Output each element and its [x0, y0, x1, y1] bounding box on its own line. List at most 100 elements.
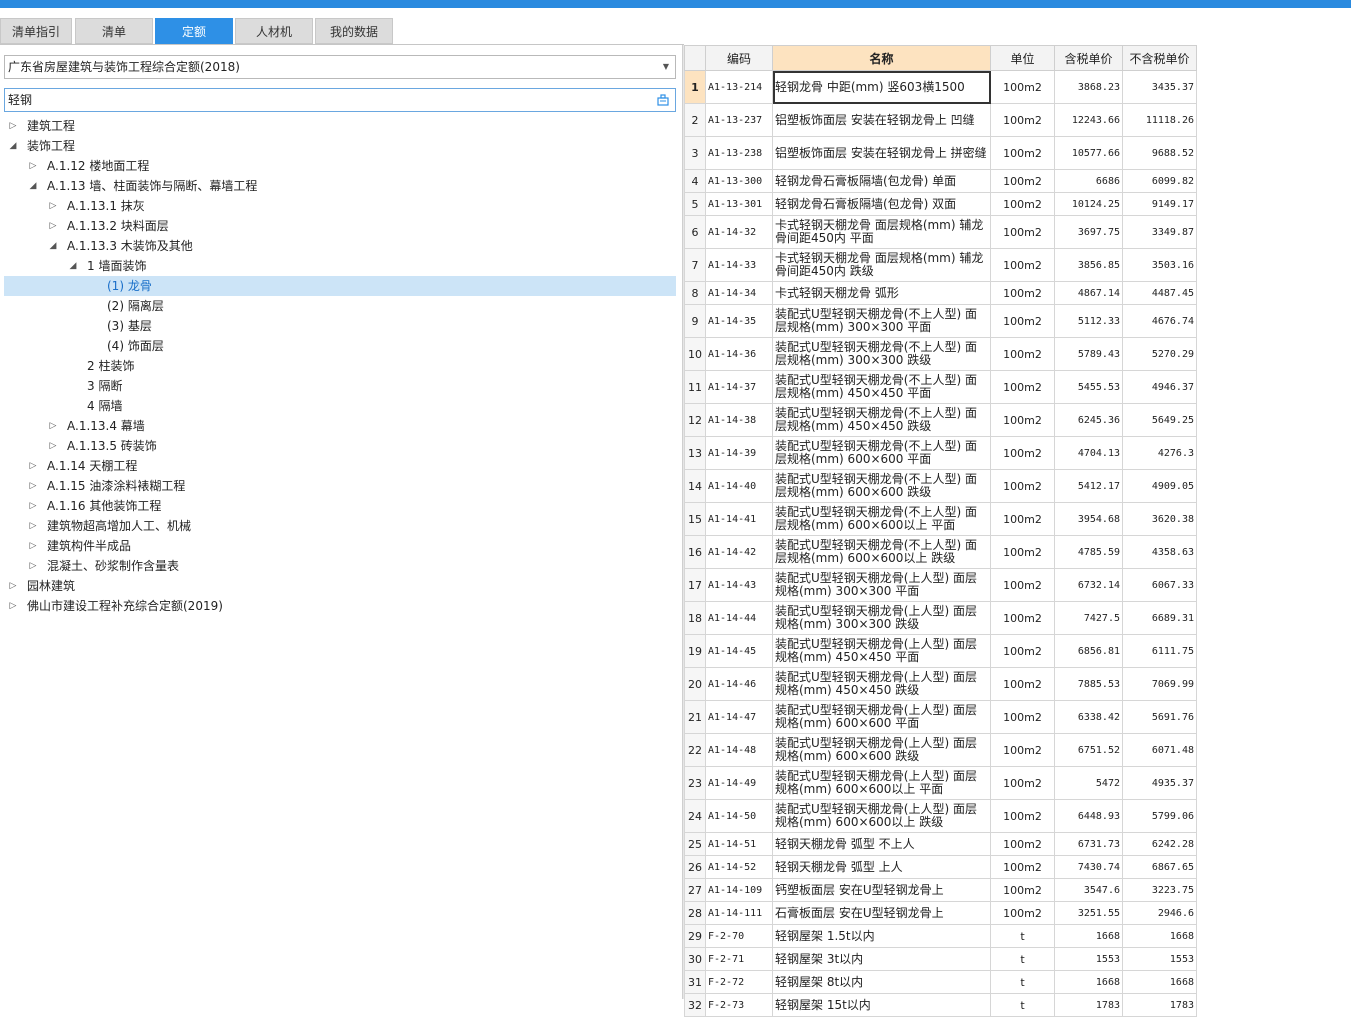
chevron-down-icon[interactable]: ▼ [663, 56, 669, 78]
table-row[interactable]: 23 A1-14-49 装配式U型轻钢天棚龙骨(上人型) 面层规格(mm) 600×… [684, 766, 1197, 800]
table-row[interactable]: 26 A1-14-52 轻钢天棚龙骨 弧型 上人 100m2 7430.74 6867.6… [684, 855, 1197, 879]
quota-library-select[interactable]: 广东省房屋建筑与装饰工程综合定额(2018) ▼ [4, 55, 676, 79]
row-unit: 100m2 [990, 733, 1055, 767]
row-unit: 100m2 [990, 304, 1055, 338]
table-row[interactable]: 14 A1-14-40 装配式U型轻钢天棚龙骨(不上人型) 面层规格(mm) 600… [684, 469, 1197, 503]
col-header-unit[interactable]: 单位 [990, 45, 1055, 71]
col-header-code[interactable]: 编码 [705, 45, 773, 71]
collapsed-triangle-icon[interactable]: ▷ [48, 216, 58, 236]
table-row[interactable]: 17 A1-14-43 装配式U型轻钢天棚龙骨(上人型) 面层规格(mm) 300×… [684, 568, 1197, 602]
row-number: 1 [684, 70, 706, 104]
row-code: F-2-71 [705, 947, 773, 971]
tree-node-label: (3) 基层 [107, 319, 152, 333]
search-icon[interactable] [657, 94, 669, 106]
row-number: 29 [684, 924, 706, 948]
row-tax-price: 4867.14 [1054, 281, 1123, 305]
collapsed-triangle-icon[interactable]: ▷ [28, 156, 38, 176]
tree-node-label: 装饰工程 [27, 139, 76, 153]
table-row[interactable]: 29 F-2-70 轻钢屋架 1.5t以内 t 1668 1668 [684, 924, 1197, 948]
row-number: 23 [684, 766, 706, 800]
collapsed-triangle-icon[interactable]: ▷ [8, 596, 18, 616]
row-tax-price: 5455.53 [1054, 370, 1123, 404]
col-header-tax-price[interactable]: 含税单价 [1054, 45, 1123, 71]
table-row[interactable]: 10 A1-14-36 装配式U型轻钢天棚龙骨(不上人型) 面层规格(mm) 300… [684, 337, 1197, 371]
tab-quota[interactable]: 定额 [155, 18, 233, 44]
tree-node-label: 2 柱装饰 [87, 359, 135, 373]
tab-labor-material-machine[interactable]: 人材机 [235, 18, 313, 44]
row-notax-price: 1668 [1122, 924, 1197, 948]
row-name: 装配式U型轻钢天棚龙骨(上人型) 面层规格(mm) 600×600以上 平面 [772, 766, 991, 800]
row-notax-price: 6071.48 [1122, 733, 1197, 767]
expanded-triangle-icon[interactable]: ◢ [48, 236, 58, 256]
collapsed-triangle-icon[interactable]: ▷ [48, 436, 58, 456]
collapsed-triangle-icon[interactable]: ▷ [28, 476, 38, 496]
row-number: 3 [684, 136, 706, 170]
tree-node-label: (2) 隔离层 [107, 299, 164, 313]
row-code: A1-13-214 [705, 70, 773, 104]
collapsed-triangle-icon[interactable]: ▷ [8, 116, 18, 136]
col-header-name[interactable]: 名称 [772, 45, 991, 71]
collapsed-triangle-icon[interactable]: ▷ [48, 416, 58, 436]
table-row[interactable]: 6 A1-14-32 卡式轻钢天棚龙骨 面层规格(mm) 辅龙骨间距450内 平面 1… [684, 215, 1197, 249]
row-name: 装配式U型轻钢天棚龙骨(上人型) 面层规格(mm) 600×600以上 跌级 [772, 799, 991, 833]
row-number: 24 [684, 799, 706, 833]
table-row[interactable]: 4 A1-13-300 轻钢龙骨石膏板隔墙(包龙骨) 单面 100m2 6686 6099… [684, 169, 1197, 193]
table-row[interactable]: 25 A1-14-51 轻钢天棚龙骨 弧型 不上人 100m2 6731.73 6242.… [684, 832, 1197, 856]
collapsed-triangle-icon[interactable]: ▷ [48, 196, 58, 216]
expanded-triangle-icon[interactable]: ◢ [28, 176, 38, 196]
table-row[interactable]: 19 A1-14-45 装配式U型轻钢天棚龙骨(上人型) 面层规格(mm) 450×… [684, 634, 1197, 668]
tree-node[interactable]: (1) 龙骨 [4, 276, 676, 296]
expanded-triangle-icon[interactable]: ◢ [68, 256, 78, 276]
row-code: A1-14-35 [705, 304, 773, 338]
collapsed-triangle-icon[interactable]: ▷ [28, 536, 38, 556]
row-name: 装配式U型轻钢天棚龙骨(上人型) 面层规格(mm) 600×600 跌级 [772, 733, 991, 767]
tree-node-label: 建筑物超高增加人工、机械 [47, 519, 192, 533]
table-row[interactable]: 3 A1-13-238 铝塑板饰面层 安装在轻钢龙骨上 拼密缝 100m2 10577.… [684, 136, 1197, 170]
row-number: 8 [684, 281, 706, 305]
row-tax-price: 10577.66 [1054, 136, 1123, 170]
expanded-triangle-icon[interactable]: ◢ [8, 136, 18, 156]
table-row[interactable]: 21 A1-14-47 装配式U型轻钢天棚龙骨(上人型) 面层规格(mm) 600×… [684, 700, 1197, 734]
collapsed-triangle-icon[interactable]: ▷ [28, 516, 38, 536]
table-row[interactable]: 24 A1-14-50 装配式U型轻钢天棚龙骨(上人型) 面层规格(mm) 600×… [684, 799, 1197, 833]
table-row[interactable]: 18 A1-14-44 装配式U型轻钢天棚龙骨(上人型) 面层规格(mm) 300×… [684, 601, 1197, 635]
table-row[interactable]: 15 A1-14-41 装配式U型轻钢天棚龙骨(不上人型) 面层规格(mm) 600… [684, 502, 1197, 536]
tab-list-guide[interactable]: 清单指引 [0, 18, 72, 44]
table-row[interactable]: 12 A1-14-38 装配式U型轻钢天棚龙骨(不上人型) 面层规格(mm) 450… [684, 403, 1197, 437]
table-row[interactable]: 32 F-2-73 轻钢屋架 15t以内 t 1783 1783 [684, 993, 1197, 1017]
search-input[interactable]: 轻钢 [4, 88, 676, 112]
table-row[interactable]: 27 A1-14-109 钙塑板面层 安在U型轻钢龙骨上 100m2 3547.6 322… [684, 878, 1197, 902]
tab-bill[interactable]: 清单 [75, 18, 153, 44]
table-row[interactable]: 22 A1-14-48 装配式U型轻钢天棚龙骨(上人型) 面层规格(mm) 600×… [684, 733, 1197, 767]
row-name: 轻钢龙骨石膏板隔墙(包龙骨) 单面 [772, 169, 991, 193]
row-name: 卡式轻钢天棚龙骨 弧形 [772, 281, 991, 305]
collapsed-triangle-icon[interactable]: ▷ [28, 556, 38, 576]
table-row[interactable]: 7 A1-14-33 卡式轻钢天棚龙骨 面层规格(mm) 辅龙骨间距450内 跌级 1… [684, 248, 1197, 282]
table-row[interactable]: 28 A1-14-111 石膏板面层 安在U型轻钢龙骨上 100m2 3251.55 29… [684, 901, 1197, 925]
table-row[interactable]: 5 A1-13-301 轻钢龙骨石膏板隔墙(包龙骨) 双面 100m2 10124.25… [684, 192, 1197, 216]
table-row[interactable]: 31 F-2-72 轻钢屋架 8t以内 t 1668 1668 [684, 970, 1197, 994]
table-row[interactable]: 13 A1-14-39 装配式U型轻钢天棚龙骨(不上人型) 面层规格(mm) 600… [684, 436, 1197, 470]
col-header-notax-price[interactable]: 不含税单价 [1122, 45, 1197, 71]
table-row[interactable]: 20 A1-14-46 装配式U型轻钢天棚龙骨(上人型) 面层规格(mm) 450×… [684, 667, 1197, 701]
table-row[interactable]: 9 A1-14-35 装配式U型轻钢天棚龙骨(不上人型) 面层规格(mm) 300×… [684, 304, 1197, 338]
row-tax-price: 3251.55 [1054, 901, 1123, 925]
table-row[interactable]: 2 A1-13-237 铝塑板饰面层 安装在轻钢龙骨上 凹缝 100m2 12243.6… [684, 103, 1197, 137]
row-tax-price: 6731.73 [1054, 832, 1123, 856]
table-row[interactable]: 30 F-2-71 轻钢屋架 3t以内 t 1553 1553 [684, 947, 1197, 971]
tab-my-data[interactable]: 我的数据 [315, 18, 393, 44]
collapsed-triangle-icon[interactable]: ▷ [28, 496, 38, 516]
collapsed-triangle-icon[interactable]: ▷ [28, 456, 38, 476]
row-name: 钙塑板面层 安在U型轻钢龙骨上 [772, 878, 991, 902]
table-row[interactable]: 8 A1-14-34 卡式轻钢天棚龙骨 弧形 100m2 4867.14 4487.45 [684, 281, 1197, 305]
collapsed-triangle-icon[interactable]: ▷ [8, 576, 18, 596]
row-name: 装配式U型轻钢天棚龙骨(上人型) 面层规格(mm) 300×300 跌级 [772, 601, 991, 635]
table-row[interactable]: 16 A1-14-42 装配式U型轻钢天棚龙骨(不上人型) 面层规格(mm) 600… [684, 535, 1197, 569]
row-notax-price: 6867.65 [1122, 855, 1197, 879]
row-code: A1-14-39 [705, 436, 773, 470]
row-code: A1-14-34 [705, 281, 773, 305]
row-tax-price: 6686 [1054, 169, 1123, 193]
table-row[interactable]: 11 A1-14-37 装配式U型轻钢天棚龙骨(不上人型) 面层规格(mm) 450… [684, 370, 1197, 404]
row-name: 轻钢屋架 1.5t以内 [772, 924, 991, 948]
table-row[interactable]: 1 A1-13-214 轻钢龙骨 中距(mm) 竖603横1500 100m2 3868… [684, 70, 1197, 104]
